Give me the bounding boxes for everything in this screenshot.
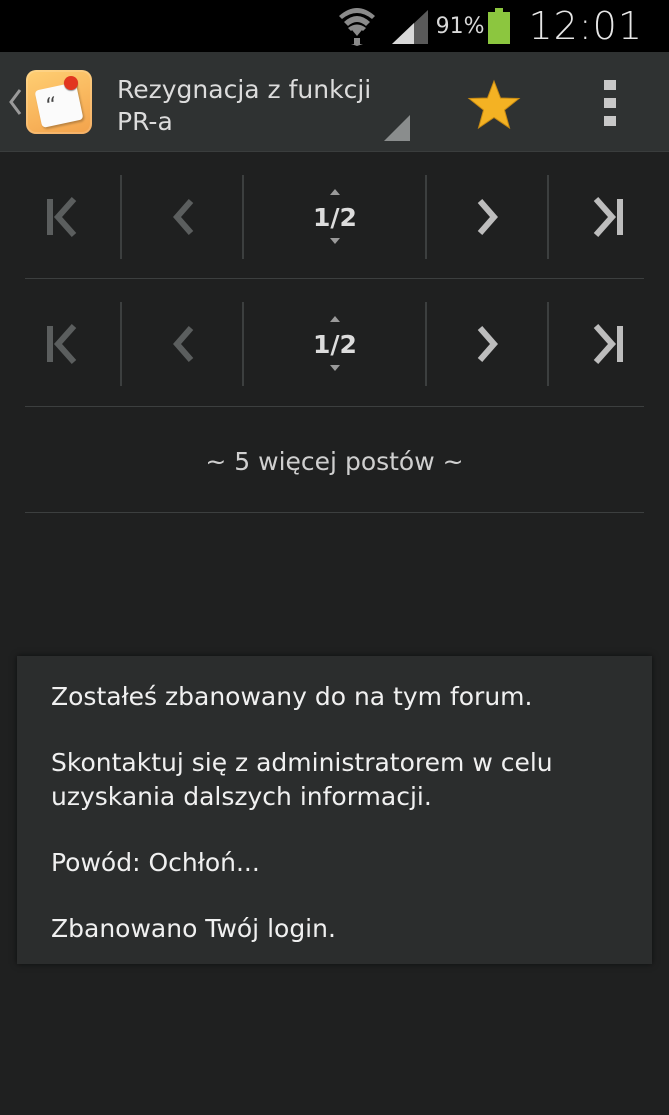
next-page-button[interactable] [427,298,548,390]
clock: 12:01 [528,4,643,48]
first-page-icon [46,324,76,364]
first-page-icon [46,197,76,237]
dropdown-indicator-icon[interactable] [384,115,410,141]
wifi-icon [338,8,375,46]
chevron-right-icon [477,326,498,362]
divider [25,512,644,513]
next-page-button[interactable] [427,171,548,263]
ban-message-dialog: Zostałeś zbanowany do na tym forum. Skon… [17,656,652,964]
divider [25,406,644,407]
pager-top: 1/2 [0,171,669,263]
chevron-left-icon [172,326,193,362]
pager-bottom: 1/2 [0,298,669,390]
load-more-posts-button[interactable]: ~ 5 więcej postów ~ [0,440,669,484]
first-page-button[interactable] [0,171,121,263]
divider [25,278,644,279]
first-page-button[interactable] [0,298,121,390]
app-logo-icon[interactable]: “ [26,70,92,134]
last-page-button[interactable] [549,298,669,390]
arrow-down-icon [329,237,340,244]
ban-contact-line: Skontaktuj się z administratorem w celu … [51,748,553,811]
status-bar: 91% 12:01 [0,0,669,52]
prev-page-button[interactable] [122,171,243,263]
arrow-down-icon [329,364,340,371]
ban-login-line: Zbanowano Twój login. [51,914,336,943]
arrow-up-icon [329,315,340,322]
page-selector[interactable]: 1/2 [244,298,426,390]
page-indicator-text: 1/2 [313,202,357,232]
ban-message-line: Zostałeś zbanowany do na tym forum. [51,682,533,711]
page-title[interactable]: Rezygnacja z funkcji PR-a [117,74,397,138]
signal-strength-icon [391,10,428,44]
overflow-menu-icon[interactable] [598,78,622,128]
last-page-icon [593,197,623,237]
favorite-star-icon[interactable] [466,78,522,134]
prev-page-button[interactable] [122,298,243,390]
action-bar: “ Rezygnacja z funkcji PR-a [0,52,669,152]
battery-percent: 91% [435,13,485,39]
ban-reason-line: Powód: Ochłoń... [51,848,260,877]
battery-icon [488,8,511,44]
last-page-button[interactable] [549,171,669,263]
chevron-left-icon [172,199,193,235]
chevron-right-icon [477,199,498,235]
page-indicator-text: 1/2 [313,329,357,359]
back-chevron-icon[interactable] [8,88,22,116]
arrow-up-icon [329,188,340,195]
last-page-icon [593,324,623,364]
page-selector[interactable]: 1/2 [244,171,426,263]
